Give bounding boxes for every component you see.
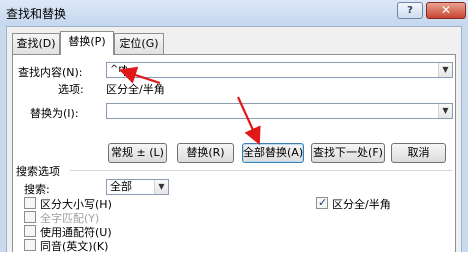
find-input[interactable]: ^m ▼ [106, 62, 453, 78]
help-button[interactable]: ? [397, 2, 423, 19]
find-options-label: 选项: [58, 83, 84, 96]
tab-replace[interactable]: 替换(P) [60, 31, 114, 55]
replace-all-button[interactable]: 全部替换(A) [242, 143, 304, 163]
cancel-button[interactable]: 取消 [391, 143, 446, 163]
match-width-label: 区分全/半角 [332, 198, 391, 211]
wildcards-checkbox[interactable] [24, 225, 36, 237]
find-label: 查找内容(N): [18, 66, 83, 79]
more-button[interactable]: 常规 ± (L) [108, 143, 167, 163]
match-case-checkbox[interactable] [24, 197, 36, 209]
tab-goto[interactable]: 定位(G) [114, 33, 164, 54]
replace-input[interactable]: ▼ [106, 103, 453, 119]
search-options-header: 搜索选项 [16, 165, 60, 178]
window-title: 查找和替换 [6, 7, 67, 21]
find-input-value: ^m [110, 64, 129, 75]
find-next-button[interactable]: 查找下一处(F) [311, 143, 385, 163]
replace-button[interactable]: 替换(R) [177, 143, 234, 163]
match-width-checkbox[interactable] [316, 196, 328, 209]
close-button[interactable]: ✕ [426, 2, 466, 19]
find-options-value: 区分全/半角 [106, 83, 165, 96]
chevron-down-icon[interactable]: ▼ [154, 180, 168, 194]
tab-find[interactable]: 查找(D) [12, 33, 60, 54]
chevron-down-icon[interactable]: ▼ [438, 104, 452, 118]
text-cursor [124, 65, 125, 76]
search-direction-value: 全部 [110, 180, 132, 193]
sounds-like-checkbox[interactable] [24, 239, 36, 251]
chevron-down-icon[interactable]: ▼ [438, 63, 452, 77]
divider [70, 170, 452, 171]
search-label: 搜索: [24, 183, 50, 196]
search-direction-select[interactable]: 全部 ▼ [106, 179, 169, 195]
replace-label: 替换为(I): [30, 107, 79, 120]
whole-word-checkbox [24, 211, 36, 223]
